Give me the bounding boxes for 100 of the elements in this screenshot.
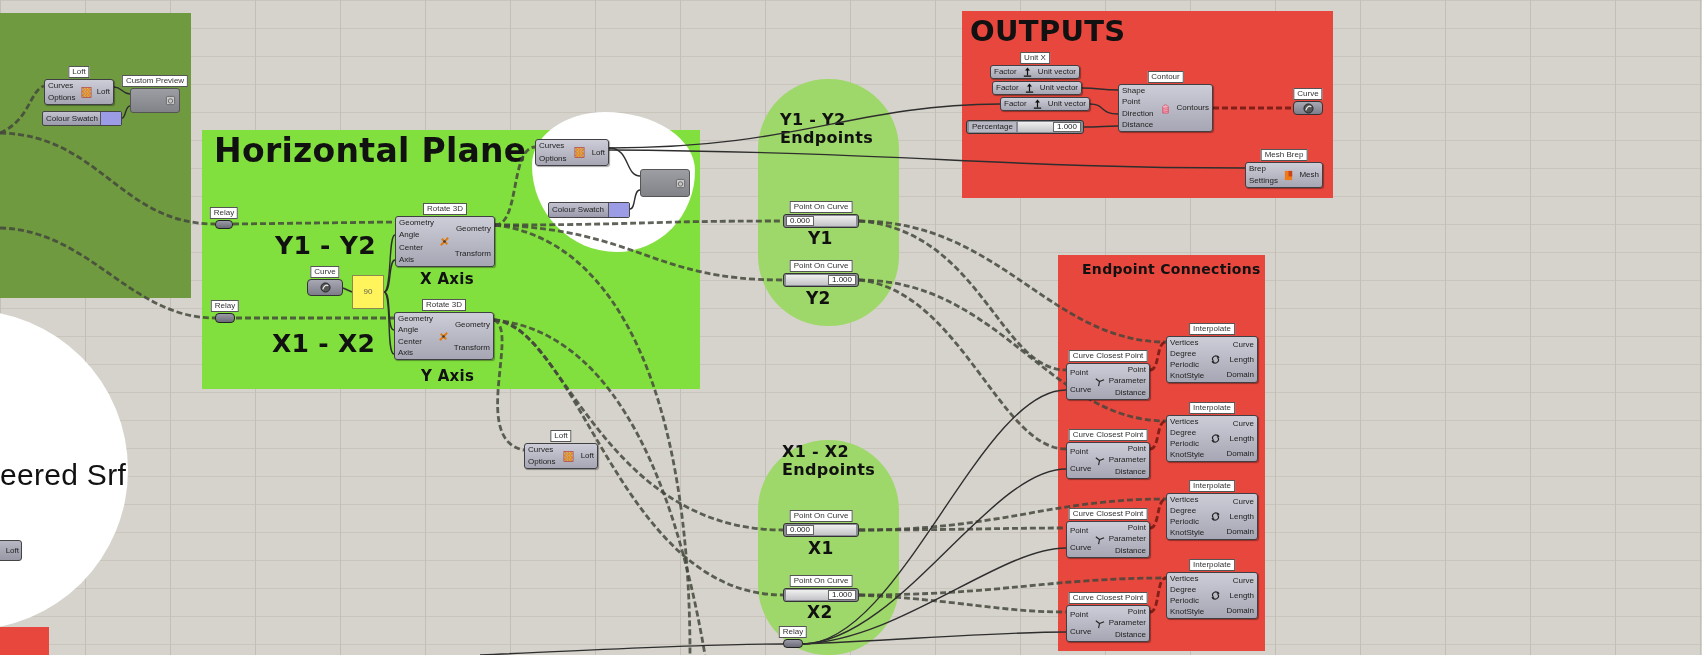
output-label: Unit vector bbox=[1037, 68, 1076, 76]
panel-node: 90 bbox=[352, 275, 384, 309]
wire bbox=[1083, 125, 1119, 128]
output-label: Contours bbox=[1176, 104, 1209, 112]
input-label: Center bbox=[399, 243, 424, 252]
input-label: Axis bbox=[399, 255, 416, 264]
group-title: Endpoint Connections bbox=[1082, 262, 1261, 278]
output-label: Distance bbox=[1114, 631, 1146, 640]
curve-icon bbox=[319, 282, 331, 293]
component-node: Loft bbox=[0, 540, 22, 561]
output-label: Parameter bbox=[1108, 377, 1146, 386]
input-label: KnotStyle bbox=[1170, 608, 1205, 617]
cycle-icon bbox=[1209, 511, 1221, 522]
node-label: Point On Curve bbox=[789, 575, 853, 587]
hatched-icon bbox=[1159, 102, 1171, 114]
colour-swatch[interactable]: Colour Swatch bbox=[42, 111, 122, 126]
group-title: Y1 - Y2 Endpoints bbox=[780, 111, 874, 147]
group-title: eered Srf bbox=[0, 458, 127, 491]
output-label: Mesh bbox=[1299, 171, 1319, 179]
input-label: Point bbox=[1070, 447, 1090, 456]
input-label: Shape bbox=[1122, 86, 1147, 95]
input-label: Curves bbox=[528, 446, 555, 454]
input-label: Curves bbox=[48, 82, 75, 90]
node-label: Curve bbox=[1293, 88, 1323, 100]
square-icon bbox=[165, 95, 176, 106]
input-label: Options bbox=[48, 94, 76, 102]
input-label: Options bbox=[528, 458, 556, 466]
node-label: Curve Closest Point bbox=[1068, 592, 1148, 604]
input-label: Point bbox=[1070, 610, 1090, 619]
output-label: Parameter bbox=[1108, 456, 1146, 465]
output-label: Length bbox=[1229, 434, 1254, 443]
input-label: Degree bbox=[1170, 428, 1198, 437]
arrow-icon bbox=[1023, 82, 1035, 94]
output-label: Domain bbox=[1226, 527, 1254, 536]
output-label: Loft bbox=[96, 88, 110, 96]
output-label: Point bbox=[1127, 444, 1146, 453]
output-label: Domain bbox=[1226, 370, 1254, 379]
node-label: Loft bbox=[68, 66, 90, 78]
input-label: Angle bbox=[399, 231, 421, 240]
output-label: Point bbox=[1127, 365, 1146, 374]
input-label: Factor bbox=[996, 84, 1019, 92]
input-label: Brep bbox=[1249, 165, 1267, 173]
input-label: Factor bbox=[1004, 100, 1027, 108]
cycle-icon bbox=[1209, 433, 1221, 444]
node-label: Curve bbox=[310, 266, 340, 278]
input-label: Options bbox=[539, 154, 567, 163]
input-label: Periodic bbox=[1170, 440, 1200, 449]
cycle-icon bbox=[1209, 354, 1221, 365]
input-label: Geometry bbox=[399, 219, 435, 228]
arrow-icon bbox=[1031, 98, 1043, 110]
output-label: Parameter bbox=[1108, 535, 1146, 544]
input-label: Vertices bbox=[1170, 574, 1200, 583]
cross-icon bbox=[439, 236, 450, 247]
input-label: Degree bbox=[1170, 506, 1198, 515]
node-label: Relay bbox=[210, 300, 240, 312]
wire bbox=[629, 189, 641, 210]
block-icon bbox=[1283, 169, 1295, 181]
group-title: X1 - X2 Endpoints bbox=[782, 443, 876, 479]
output-label: Geometry bbox=[454, 320, 490, 329]
output-label: Domain bbox=[1226, 449, 1254, 458]
node-label: Rotate 3D bbox=[423, 203, 467, 215]
node-label: Interpolate bbox=[1189, 559, 1235, 571]
input-label: Vertices bbox=[1170, 338, 1200, 347]
output-label: Loft bbox=[580, 452, 594, 460]
colour-swatch[interactable]: Colour Swatch bbox=[548, 202, 630, 218]
node-label: Interpolate bbox=[1189, 323, 1235, 335]
wire bbox=[121, 105, 131, 119]
group-text: X2 bbox=[807, 603, 833, 622]
input-label: Point bbox=[1070, 526, 1090, 535]
curve-icon bbox=[1302, 102, 1314, 114]
output-label: Length bbox=[1229, 355, 1254, 364]
input-label: Axis bbox=[398, 349, 415, 358]
input-label: Vertices bbox=[1170, 495, 1200, 504]
output-label: Curve bbox=[1232, 340, 1254, 349]
group-title: Horizontal Plane bbox=[214, 133, 527, 170]
input-label: Angle bbox=[398, 326, 420, 335]
input-label: Curve bbox=[1070, 628, 1092, 637]
group-text: X1 - X2 bbox=[272, 330, 376, 358]
arrow-icon bbox=[1021, 66, 1033, 78]
group-title: OUTPUTS bbox=[970, 16, 1126, 48]
node-label: Interpolate bbox=[1189, 402, 1235, 414]
output-label: Distance bbox=[1114, 547, 1146, 556]
input-label: Point bbox=[1070, 368, 1090, 377]
input-label: Periodic bbox=[1170, 518, 1200, 527]
node-label: Curve Closest Point bbox=[1068, 429, 1148, 441]
input-label: Degree bbox=[1170, 585, 1198, 594]
fork-icon bbox=[1094, 618, 1106, 629]
wire bbox=[113, 86, 131, 95]
fork-icon bbox=[1094, 376, 1106, 387]
output-label: Unit vector bbox=[1047, 100, 1086, 108]
output-label: Curve bbox=[1232, 419, 1254, 428]
node-label: Point On Curve bbox=[789, 260, 853, 272]
output-label: Transform bbox=[453, 343, 490, 352]
group-text: Y Axis bbox=[421, 368, 475, 385]
fork-icon bbox=[1094, 455, 1106, 466]
node-label: Relay bbox=[209, 207, 239, 219]
group-text: X Axis bbox=[420, 271, 474, 288]
node-label: Point On Curve bbox=[789, 201, 853, 213]
wire bbox=[1081, 87, 1119, 91]
group-text: Y1 - Y2 bbox=[275, 232, 376, 260]
